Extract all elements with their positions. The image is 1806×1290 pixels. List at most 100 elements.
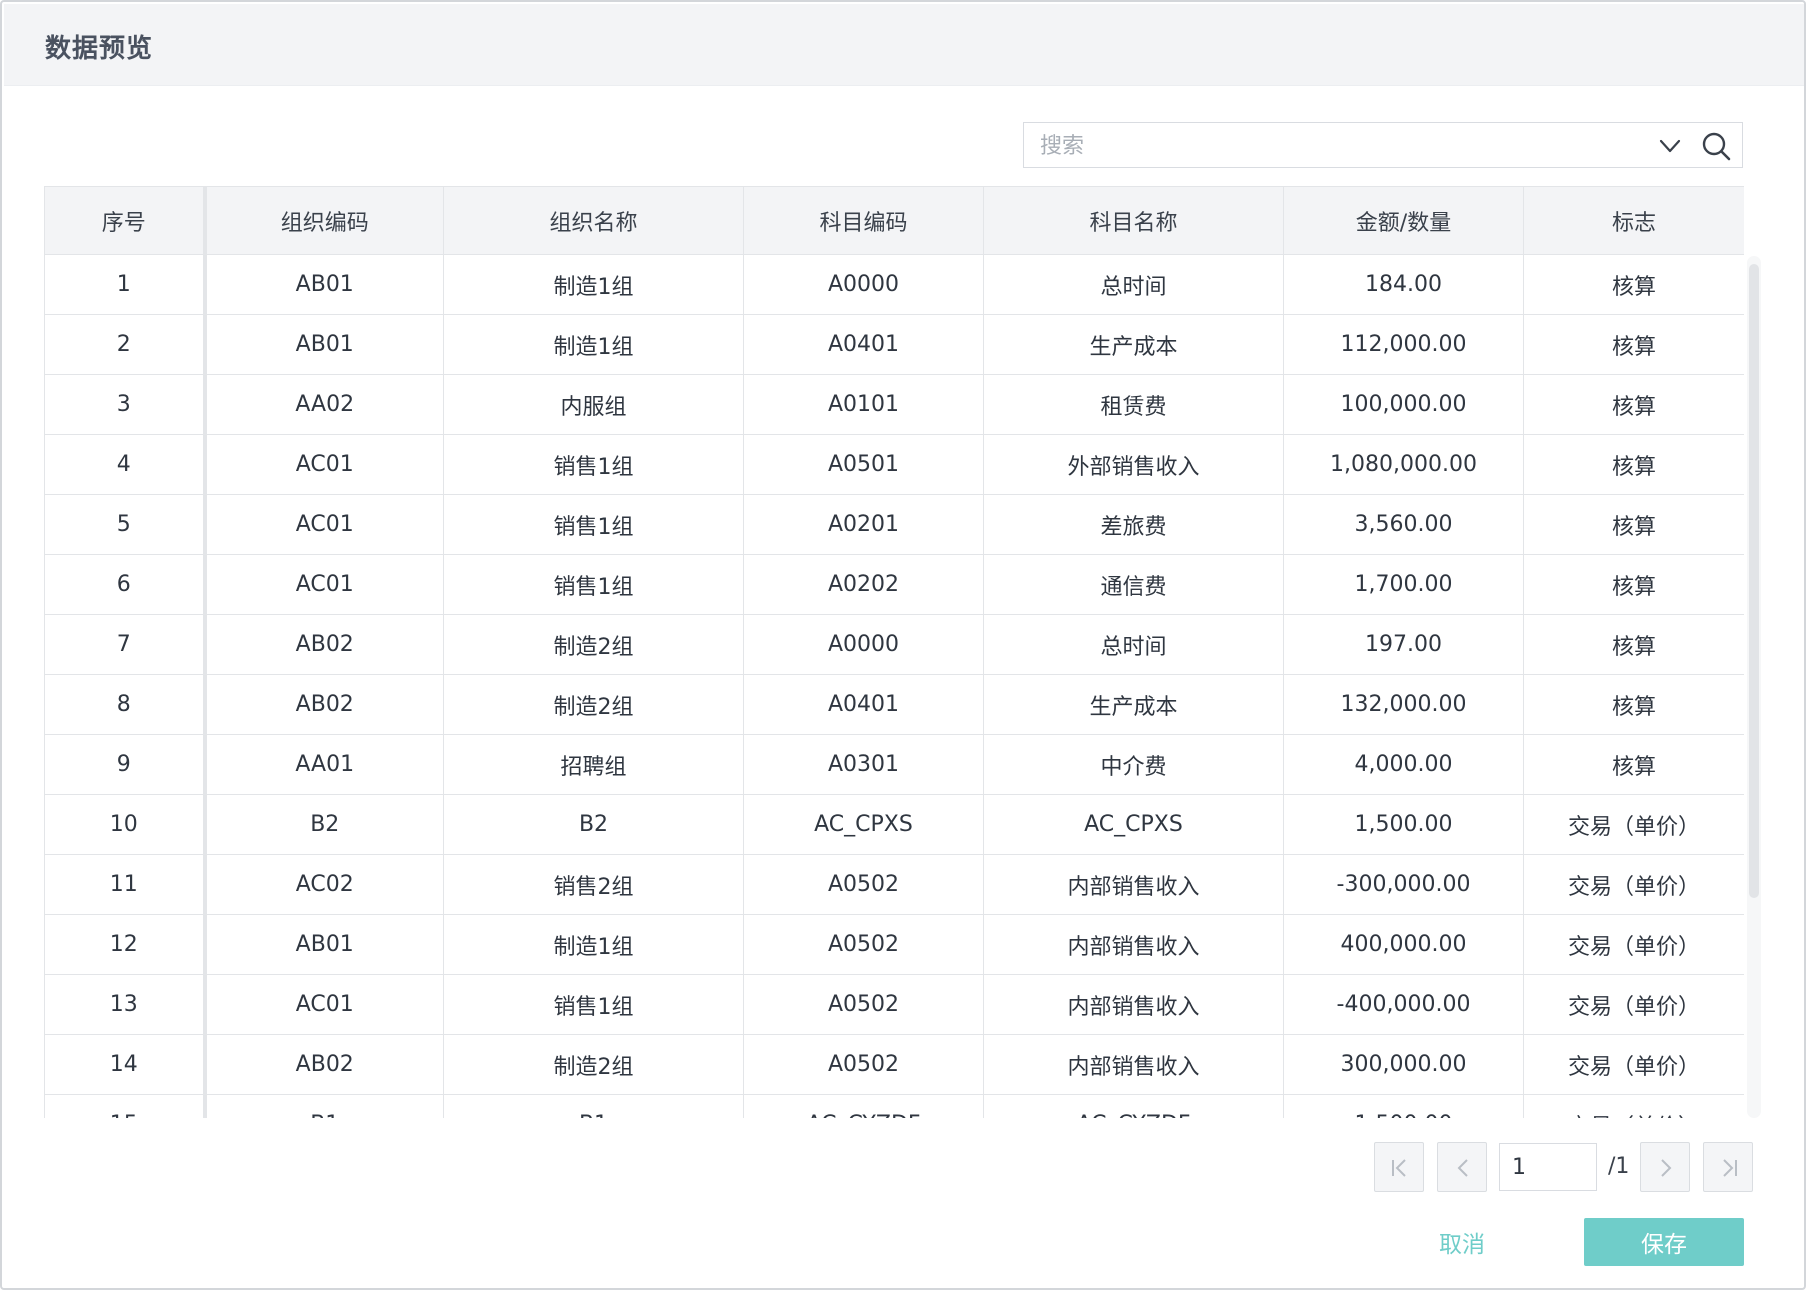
cell-org-code: AB02 [204, 674, 444, 735]
cell-account-name: 生产成本 [983, 314, 1284, 375]
column-header-flag: 标志 [1523, 186, 1744, 255]
cell-account-code: A0201 [743, 494, 984, 555]
table-row[interactable]: 13 AC01 销售1组 A0502 内部销售收入 -400,000.00 交易（单价） [44, 974, 1744, 1035]
cell-org-code: B2 [204, 794, 444, 855]
cell-org-code: AC01 [204, 554, 444, 615]
scrollbar-thumb[interactable] [1749, 264, 1759, 898]
table-header-row: 序号 组织编码 组织名称 科目编码 科目名称 金额/数量 标志 [44, 186, 1744, 255]
table-row[interactable]: 15B1B1AC_CYZDFAC_CYZDF1,500.00交易（单价） [44, 1094, 1744, 1118]
cell-index: 1 [44, 254, 207, 315]
cell-account-code: A0301 [743, 734, 984, 795]
cell-flag: 核算 [1523, 554, 1744, 615]
table-row[interactable]: 2 AB01 制造1组 A0401 生产成本 112,000.00 核算 [44, 314, 1744, 375]
cell-index: 3 [44, 374, 207, 435]
table-row[interactable]: 11 AC02 销售2组 A0502 内部销售收入 -300,000.00 交易（单价） [44, 854, 1744, 915]
cell-account-name: AC_CYZDF [983, 1094, 1284, 1118]
cell-account-name: 生产成本 [983, 674, 1284, 735]
cell-account-name: AC_CPXS [983, 794, 1284, 855]
column-header-amount: 金额/数量 [1283, 186, 1524, 255]
cell-flag: 核算 [1523, 314, 1744, 375]
table-row[interactable]: 9 AA01 招聘组 A0301 中介费 4,000.00 核算 [44, 734, 1744, 795]
save-button[interactable]: 保存 [1584, 1218, 1744, 1266]
table-row[interactable]: 8 AB02 制造2组 A0401 生产成本 132,000.00 核算 [44, 674, 1744, 735]
cell-amount: 112,000.00 [1283, 314, 1524, 375]
column-header-index: 序号 [44, 186, 207, 255]
column-header-org-name: 组织名称 [443, 186, 744, 255]
table-row[interactable]: 1 AB01 制造1组 A0000 总时间 184.00 核算 [44, 254, 1744, 315]
cell-account-name: 中介费 [983, 734, 1284, 795]
cell-amount: 1,080,000.00 [1283, 434, 1524, 495]
table-row[interactable]: 5 AC01 销售1组 A0201 差旅费 3,560.00 核算 [44, 494, 1744, 555]
prev-page-button[interactable] [1437, 1142, 1487, 1192]
search-icon[interactable] [1700, 130, 1732, 162]
chevron-down-icon[interactable] [1656, 132, 1684, 160]
cell-index: 13 [44, 974, 207, 1035]
cell-org-name: 招聘组 [443, 734, 744, 795]
cell-flag: 交易（单价） [1523, 854, 1744, 915]
column-header-account-code: 科目编码 [743, 186, 984, 255]
cell-index: 6 [44, 554, 207, 615]
cell-account-name: 内部销售收入 [983, 914, 1284, 975]
cell-amount: 300,000.00 [1283, 1034, 1524, 1095]
cell-flag: 交易（单价） [1523, 794, 1744, 855]
cell-account-code: A0101 [743, 374, 984, 435]
cell-flag: 核算 [1523, 674, 1744, 735]
cell-index: 8 [44, 674, 207, 735]
vertical-scrollbar[interactable] [1747, 256, 1761, 1118]
cell-org-code: AC01 [204, 494, 444, 555]
page-number-input[interactable] [1499, 1143, 1597, 1191]
table-row[interactable]: 3 AA02 内服组 A0101 租赁费 100,000.00 核算 [44, 374, 1744, 435]
cell-account-name: 差旅费 [983, 494, 1284, 555]
cell-account-code: A0401 [743, 674, 984, 735]
cell-org-code: AC01 [204, 974, 444, 1035]
cell-flag: 核算 [1523, 614, 1744, 675]
table-row[interactable]: 14 AB02 制造2组 A0502 内部销售收入 300,000.00 交易（单价） [44, 1034, 1744, 1095]
cell-org-name: B2 [443, 794, 744, 855]
cell-amount: -400,000.00 [1283, 974, 1524, 1035]
cell-org-code: B1 [204, 1094, 444, 1118]
search-box[interactable] [1023, 122, 1743, 168]
cell-account-name: 内部销售收入 [983, 974, 1284, 1035]
cell-index: 7 [44, 614, 207, 675]
cell-org-code: AB02 [204, 614, 444, 675]
cell-account-code: A0502 [743, 914, 984, 975]
cell-amount: 132,000.00 [1283, 674, 1524, 735]
cell-account-name: 内部销售收入 [983, 1034, 1284, 1095]
first-page-button[interactable] [1374, 1142, 1424, 1192]
cell-flag: 交易（单价） [1523, 1094, 1744, 1118]
cell-flag: 核算 [1523, 494, 1744, 555]
next-page-button[interactable] [1640, 1142, 1690, 1192]
last-page-button[interactable] [1703, 1142, 1753, 1192]
cell-org-name: 制造2组 [443, 1034, 744, 1095]
cell-org-name: 制造1组 [443, 254, 744, 315]
cell-index: 4 [44, 434, 207, 495]
cell-index: 11 [44, 854, 207, 915]
search-input[interactable] [1038, 129, 1642, 163]
last-page-icon [1723, 1159, 1737, 1177]
cell-org-name: 制造2组 [443, 614, 744, 675]
first-page-icon [1392, 1159, 1406, 1177]
cell-amount: -300,000.00 [1283, 854, 1524, 915]
cell-index: 10 [44, 794, 207, 855]
cell-account-name: 总时间 [983, 254, 1284, 315]
column-header-org-code: 组织编码 [204, 186, 444, 255]
cell-org-code: AC02 [204, 854, 444, 915]
cancel-button[interactable]: 取消 [1402, 1218, 1522, 1266]
table-row[interactable]: 7 AB02 制造2组 A0000 总时间 197.00 核算 [44, 614, 1744, 675]
cell-index: 14 [44, 1034, 207, 1095]
cell-index: 9 [44, 734, 207, 795]
column-header-account-name: 科目名称 [983, 186, 1284, 255]
cell-flag: 核算 [1523, 434, 1744, 495]
cell-org-name: 销售1组 [443, 434, 744, 495]
cell-amount: 4,000.00 [1283, 734, 1524, 795]
table-row[interactable]: 4 AC01 销售1组 A0501 外部销售收入 1,080,000.00 核算 [44, 434, 1744, 495]
cell-account-code: A0502 [743, 974, 984, 1035]
cell-account-name: 总时间 [983, 614, 1284, 675]
table-row[interactable]: 6 AC01 销售1组 A0202 通信费 1,700.00 核算 [44, 554, 1744, 615]
cell-org-code: AB02 [204, 1034, 444, 1095]
table-row[interactable]: 12 AB01 制造1组 A0502 内部销售收入 400,000.00 交易（单价） [44, 914, 1744, 975]
dialog-title: 数据预览 [45, 34, 154, 64]
cell-flag: 核算 [1523, 374, 1744, 435]
table-row[interactable]: 10 B2 B2 AC_CPXS AC_CPXS 1,500.00 交易（单价） [44, 794, 1744, 855]
cell-account-code: A0202 [743, 554, 984, 615]
